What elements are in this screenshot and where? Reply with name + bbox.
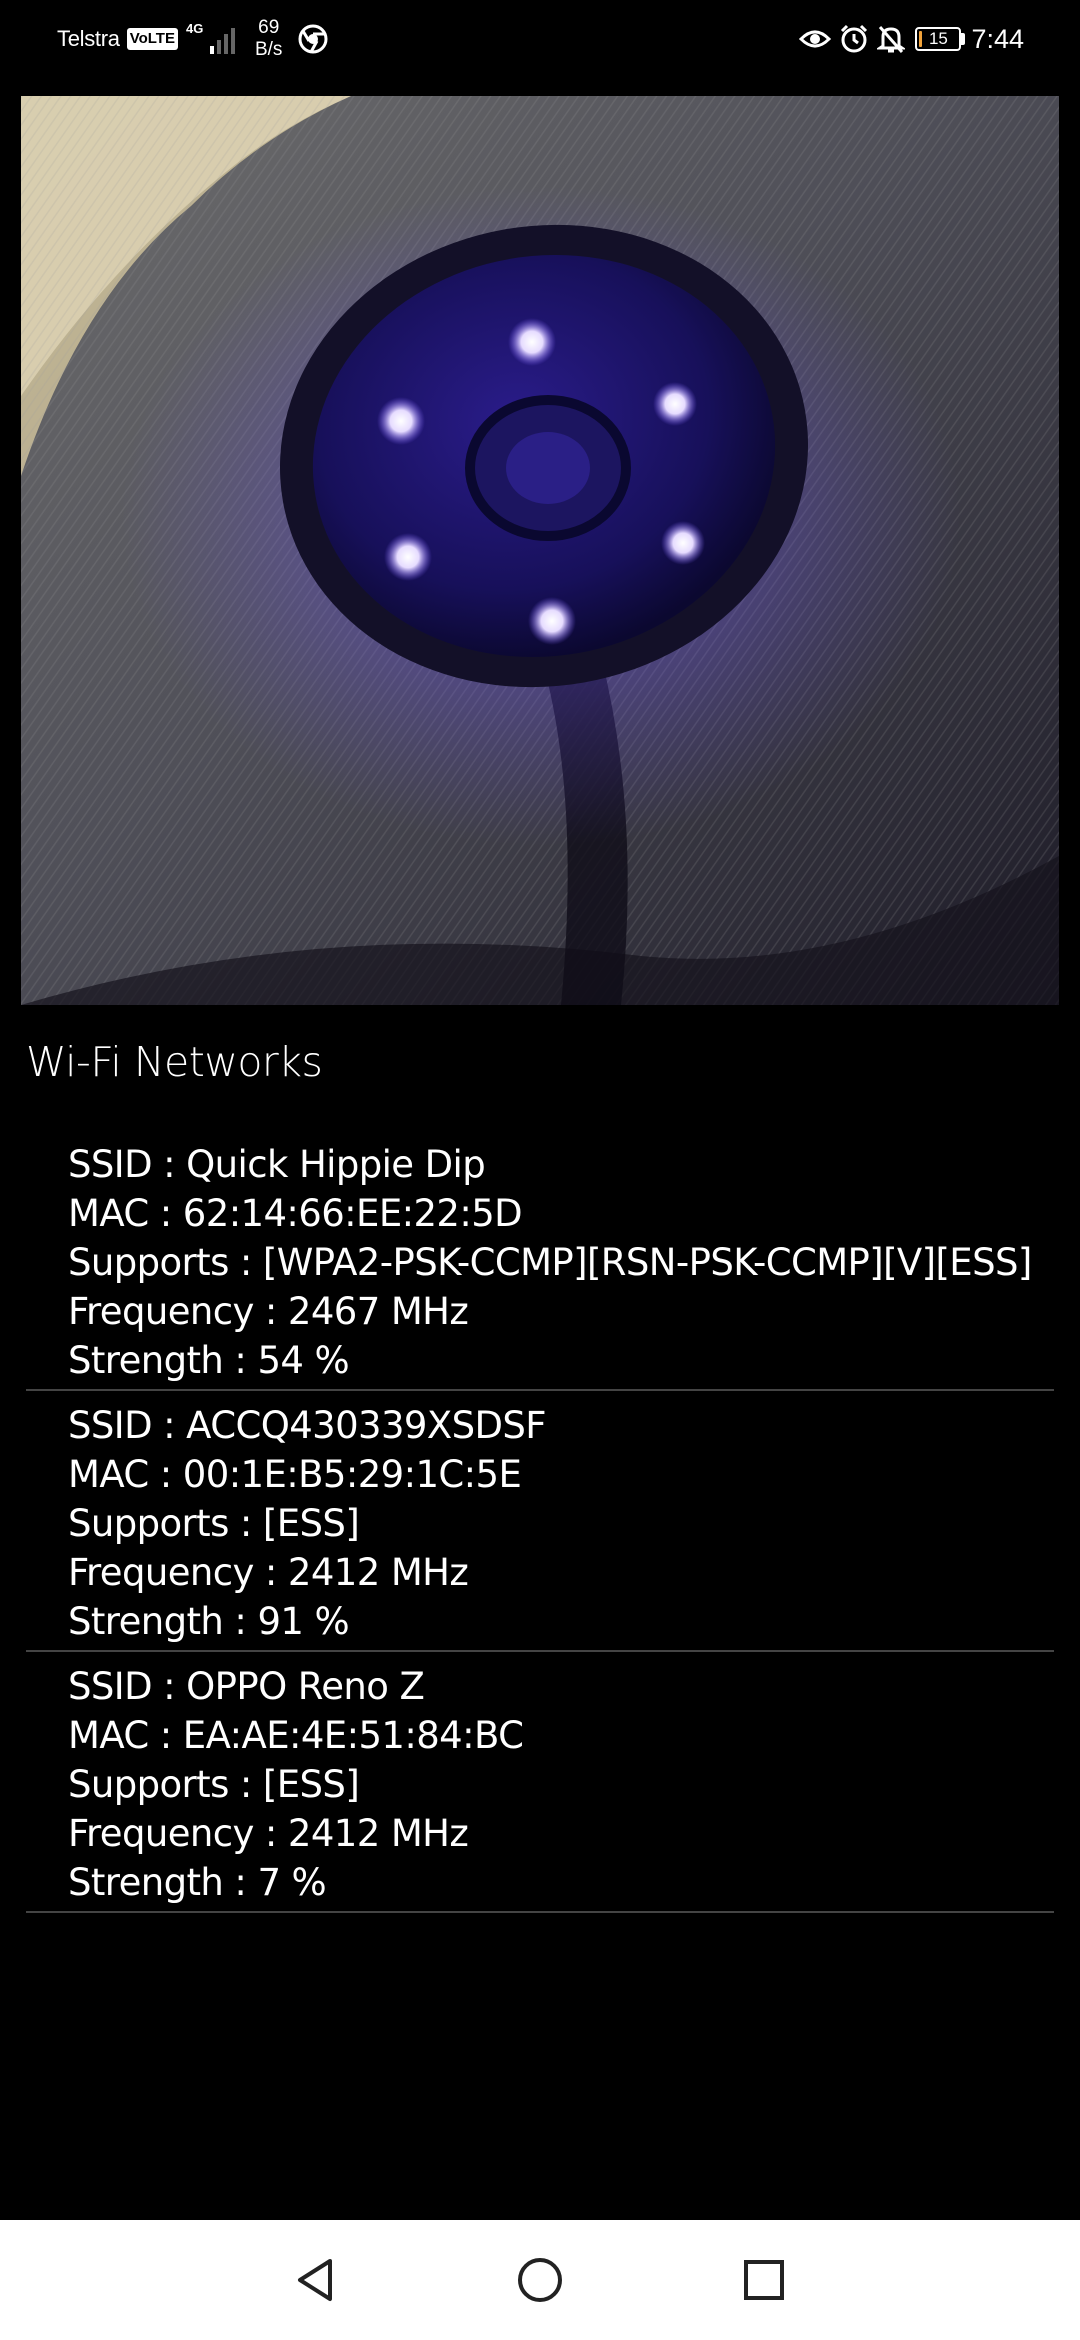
alarm-icon [839,24,869,54]
wifi-supports: Supports : [WPA2-PSK-CCMP][RSN-PSK-CCMP]… [68,1241,1032,1284]
status-bar-right: 15 7:44 [791,0,1024,78]
eye-icon [799,27,832,51]
status-bar-left: Telstra VoLTE 4G 69 B/s [57,0,328,78]
wifi-strength: Strength : 91 % [68,1600,350,1643]
data-speed-value: 69 [258,17,280,38]
wifi-network-item[interactable]: SSID : Quick Hippie Dip MAC : 62:14:66:E… [26,1135,1054,1391]
wifi-networks-title: Wi-Fi Networks [26,1038,323,1086]
chrome-icon [298,24,328,54]
recents-icon [744,2260,784,2300]
back-icon [298,2259,332,2301]
wifi-network-list: SSID : Quick Hippie Dip MAC : 62:14:66:E… [26,1135,1054,1918]
wifi-strength: Strength : 7 % [68,1861,327,1904]
wifi-mac: MAC : 62:14:66:EE:22:5D [68,1192,523,1235]
status-bar: Telstra VoLTE 4G 69 B/s 15 7:44 [0,0,1080,78]
clock: 7:44 [971,23,1024,54]
recents-button[interactable] [734,2250,794,2310]
wifi-frequency: Frequency : 2467 MHz [68,1290,469,1333]
wifi-supports: Supports : [ESS] [68,1502,360,1545]
home-button[interactable] [510,2250,570,2310]
battery-cap [961,33,966,45]
camera-photo-image [21,96,1059,1005]
home-icon [518,2258,562,2302]
bell-off-icon [877,24,906,54]
volte-badge: VoLTE [126,28,178,50]
wifi-network-item[interactable]: SSID : OPPO Reno Z MAC : EA:AE:4E:51:84:… [26,1657,1054,1913]
wifi-frequency: Frequency : 2412 MHz [68,1812,469,1855]
carrier-name: Telstra [57,26,120,51]
navigation-bar [0,2220,1080,2340]
wifi-strength: Strength : 54 % [68,1339,350,1382]
wifi-network-item[interactable]: SSID : ACCQ430339XSDSF MAC : 00:1E:B5:29… [26,1396,1054,1652]
wifi-supports: Supports : [ESS] [68,1763,360,1806]
camera-photo [21,96,1059,1005]
wifi-mac: MAC : EA:AE:4E:51:84:BC [68,1714,524,1757]
network-type-label: 4G [185,21,204,36]
wifi-ssid: SSID : ACCQ430339XSDSF [68,1404,547,1447]
wifi-ssid: SSID : Quick Hippie Dip [68,1143,486,1186]
data-speed: 69 B/s [255,17,282,61]
back-button[interactable] [284,2250,344,2310]
battery-level: 15 [928,29,948,48]
wifi-frequency: Frequency : 2412 MHz [68,1551,469,1594]
battery-icon: 15 [915,27,962,51]
wifi-mac: MAC : 00:1E:B5:29:1C:5E [68,1453,522,1496]
wifi-ssid: SSID : OPPO Reno Z [68,1665,425,1708]
signal-strength-icon [209,24,235,54]
network-type-indicator: 4G [186,19,208,59]
data-speed-unit: B/s [254,39,283,60]
